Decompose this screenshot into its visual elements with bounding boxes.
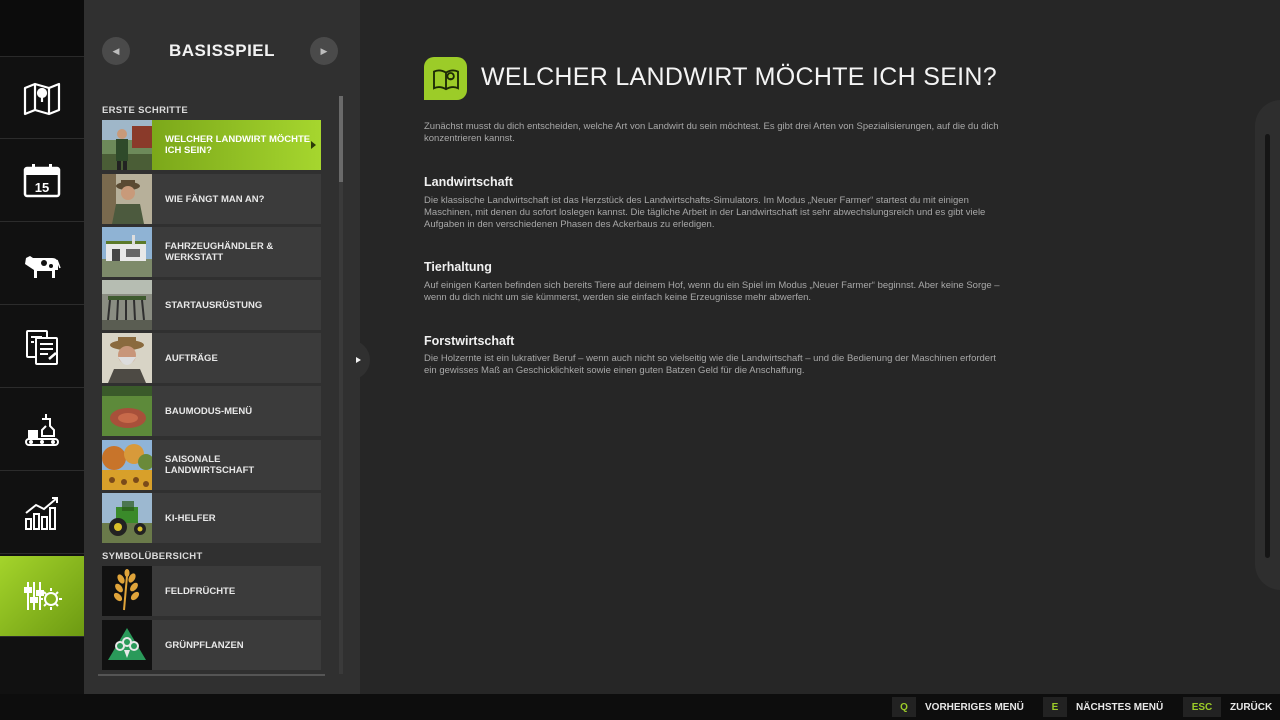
list-item-wie-faengt-man-an[interactable]: WIE FÄNGT MAN AN? bbox=[102, 174, 321, 224]
production-icon bbox=[25, 414, 59, 446]
section-text: Die klassische Landwirtschaft ist das He… bbox=[424, 195, 986, 230]
list-item-gruenpflanzen[interactable]: GRÜNPFLANZEN bbox=[102, 620, 321, 670]
field-thumb bbox=[102, 386, 152, 436]
tutorial-list-panel: ◀ BASISSPIEL ▶ ERSTE SCHRITTE WELCHER LA… bbox=[84, 0, 360, 694]
dealer-thumb bbox=[102, 227, 152, 277]
list-item-label: SAISONALE LANDWIRTSCHAFT bbox=[165, 454, 255, 476]
hint-label: VORHERIGES MENÜ bbox=[925, 701, 1024, 713]
list-item-startausruestung[interactable]: STARTAUSRÜSTUNG bbox=[102, 280, 321, 330]
help-book-icon bbox=[424, 57, 467, 100]
list-item-label: BAUMODUS-MENÜ bbox=[165, 405, 253, 417]
key-badge: ESC bbox=[1183, 697, 1221, 717]
section-text: Auf einigen Karten befinden sich bereits… bbox=[424, 280, 1000, 303]
list-scrollbar-track[interactable] bbox=[339, 96, 343, 674]
list-item-baumodus[interactable]: BAUMODUS-MENÜ bbox=[102, 386, 321, 436]
list-bottom-divider bbox=[98, 674, 325, 676]
section-heading: Forstwirtschaft bbox=[424, 334, 515, 348]
input-hint-bar: Q VORHERIGES MENÜ E NÄCHSTES MENÜ ESC ZU… bbox=[0, 694, 1280, 720]
hint-previous-menu[interactable]: Q VORHERIGES MENÜ bbox=[892, 697, 1024, 717]
list-item-label: WIE FÄNGT MAN AN? bbox=[165, 193, 265, 205]
section-label-symboluebersicht: SYMBOLÜBERSICHT bbox=[102, 551, 203, 562]
wheat-icon bbox=[102, 566, 152, 616]
next-category-button[interactable]: ▶ bbox=[310, 37, 338, 65]
calendar-icon: 15 bbox=[23, 164, 61, 198]
key-badge: Q bbox=[892, 697, 916, 717]
list-title: BASISSPIEL bbox=[168, 41, 276, 60]
page-title: WELCHER LANDWIRT MÖCHTE ICH SEIN? bbox=[481, 63, 997, 91]
key-badge: E bbox=[1043, 697, 1067, 717]
equipment-thumb bbox=[102, 280, 152, 330]
list-item-label: KI-HELFER bbox=[165, 512, 216, 524]
old-farmer-thumb bbox=[102, 333, 152, 383]
list-item-label: WELCHER LANDWIRT MÖCHTE ICH SEIN? bbox=[165, 134, 311, 156]
hint-back[interactable]: ESC ZURÜCK bbox=[1183, 697, 1272, 717]
farmer-portrait-thumb bbox=[102, 174, 152, 224]
list-item-label: AUFTRÄGE bbox=[165, 352, 218, 364]
intro-text: Zunächst musst du dich entscheiden, welc… bbox=[424, 121, 999, 144]
list-item-saisonale[interactable]: SAISONALE LANDWIRTSCHAFT bbox=[102, 440, 321, 490]
section-label-erste-schritte: ERSTE SCHRITTE bbox=[102, 105, 189, 116]
prev-category-button[interactable]: ◀ bbox=[102, 37, 130, 65]
statistics-icon bbox=[25, 497, 58, 530]
list-item-auftraege[interactable]: AUFTRÄGE bbox=[102, 333, 321, 383]
list-item-label: FELDFRÜCHTE bbox=[165, 585, 236, 597]
section-heading: Tierhaltung bbox=[424, 260, 492, 274]
hint-next-menu[interactable]: E NÄCHSTES MENÜ bbox=[1043, 697, 1163, 717]
broccoli-icon bbox=[102, 620, 152, 670]
rail-top-spacer bbox=[0, 0, 84, 57]
autumn-thumb bbox=[102, 440, 152, 490]
list-item-landwirt[interactable]: WELCHER LANDWIRT MÖCHTE ICH SEIN? bbox=[102, 120, 321, 170]
farmer-thumb bbox=[102, 120, 152, 170]
rail-item-animals[interactable] bbox=[0, 224, 84, 305]
help-settings-icon bbox=[24, 582, 62, 610]
tutorial-content: WELCHER LANDWIRT MÖCHTE ICH SEIN? Zunäch… bbox=[360, 0, 1280, 694]
rail-item-calendar[interactable]: 15 bbox=[0, 141, 84, 222]
list-item-label: STARTAUSRÜSTUNG bbox=[165, 299, 263, 311]
cow-icon bbox=[25, 256, 61, 278]
rail-item-production[interactable] bbox=[0, 390, 84, 471]
map-icon bbox=[23, 82, 61, 116]
list-item-label: FAHRZEUGHÄNDLER & WERKSTATT bbox=[165, 241, 274, 263]
list-item-label: GRÜNPFLANZEN bbox=[165, 639, 244, 651]
contracts-icon bbox=[26, 330, 58, 365]
list-scrollbar-thumb[interactable] bbox=[339, 96, 343, 182]
rail-item-statistics[interactable] bbox=[0, 473, 84, 554]
rail-item-help[interactable] bbox=[0, 556, 91, 637]
section-text: Die Holzernte ist ein lukrativer Beruf –… bbox=[424, 353, 996, 376]
menu-rail: 15 bbox=[0, 0, 91, 694]
rail-item-contracts[interactable] bbox=[0, 307, 84, 388]
rail-item-map[interactable] bbox=[0, 58, 84, 139]
list-header: ◀ BASISSPIEL ▶ bbox=[84, 34, 360, 68]
chevron-right-icon bbox=[355, 357, 361, 363]
list-item-feldfruechte[interactable]: FELDFRÜCHTE bbox=[102, 566, 321, 616]
list-item-ki-helfer[interactable]: KI-HELFER bbox=[102, 493, 321, 543]
tractor-thumb bbox=[102, 493, 152, 543]
content-scrollbar[interactable] bbox=[1265, 134, 1270, 558]
calendar-day: 15 bbox=[35, 180, 49, 195]
hint-label: ZURÜCK bbox=[1230, 701, 1273, 713]
list-item-fahrzeughaendler[interactable]: FAHRZEUGHÄNDLER & WERKSTATT bbox=[102, 227, 321, 277]
section-heading: Landwirtschaft bbox=[424, 175, 513, 189]
hint-label: NÄCHSTES MENÜ bbox=[1076, 701, 1164, 713]
